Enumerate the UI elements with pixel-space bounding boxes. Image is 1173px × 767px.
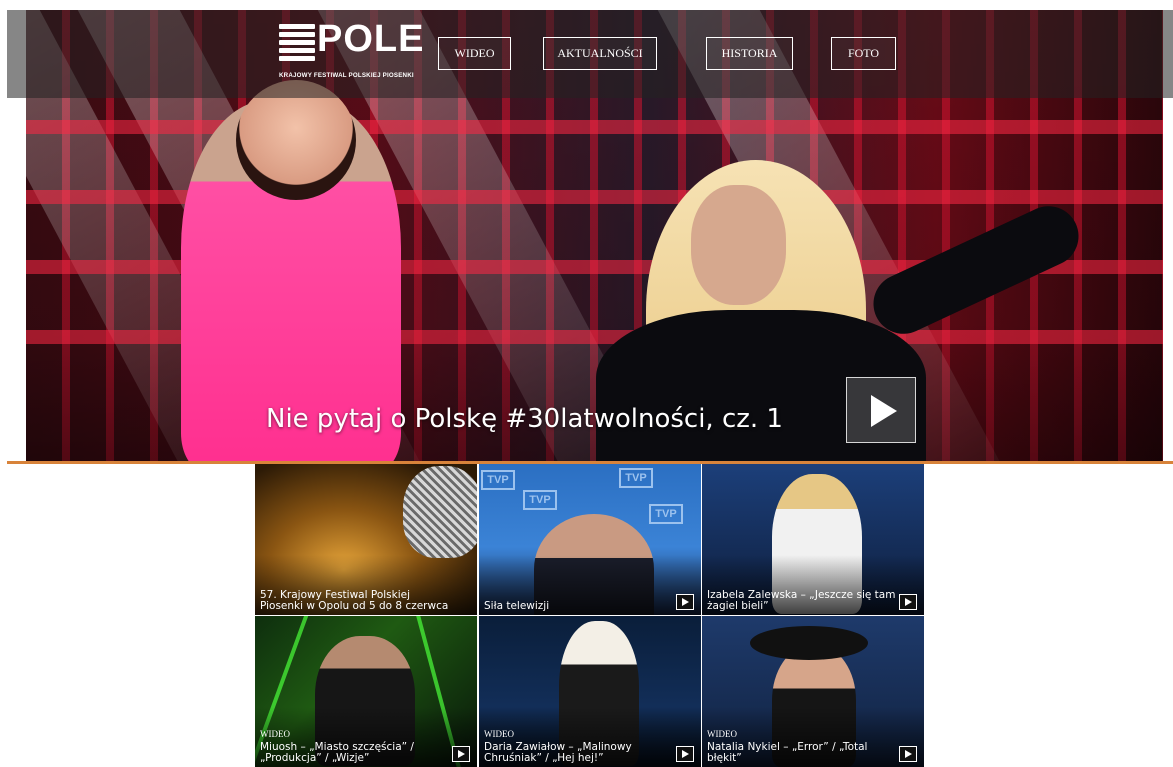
tvp-badge: TVP: [649, 504, 683, 524]
tile-caption[interactable]: Daria Zawiałow – „Malinowy Chruśniak” / …: [484, 742, 673, 764]
play-icon[interactable]: [676, 746, 694, 762]
tile-tag: WIDEO: [484, 729, 514, 739]
video-tile[interactable]: Izabela Zalewska – „Jeszcze się tam żagi…: [702, 464, 924, 615]
tile-caption[interactable]: Izabela Zalewska – „Jeszcze się tam żagi…: [707, 590, 896, 612]
play-icon[interactable]: [676, 594, 694, 610]
play-icon: [871, 395, 897, 427]
play-icon[interactable]: [899, 594, 917, 610]
tvp-badge: TVP: [523, 490, 557, 510]
tile-caption[interactable]: Siła telewizji: [484, 601, 673, 612]
stage-stripe: [26, 120, 1163, 134]
microphone-image: [403, 466, 477, 558]
video-tile[interactable]: WIDEO Miuosh – „Miasto szczęścia” / „Pro…: [255, 616, 477, 767]
tvp-badge: TVP: [481, 470, 515, 490]
nav-aktualnosci[interactable]: AKTUALNOŚCI: [543, 37, 657, 70]
hat-image: [750, 626, 868, 660]
logo-mark-icon: [279, 24, 315, 64]
tile-caption[interactable]: Natalia Nykiel – „Error” / „Total błękit…: [707, 742, 896, 764]
play-icon[interactable]: [452, 746, 470, 762]
hero-title[interactable]: Nie pytaj o Polskę #30latwolności, cz. 1: [266, 404, 783, 434]
tile-tag: WIDEO: [260, 729, 290, 739]
video-tile[interactable]: TVP TVP TVP TVP Siła telewizji: [479, 464, 701, 615]
video-tile[interactable]: WIDEO Daria Zawiałow – „Malinowy Chruśni…: [479, 616, 701, 767]
nav-wideo[interactable]: WIDEO: [438, 37, 511, 70]
opole-logo[interactable]: POLE KRAJOWY FESTIWAL POLSKIEJ PIOSENKI: [279, 18, 423, 80]
logo-word: POLE: [317, 18, 425, 60]
performer-right-face: [691, 185, 786, 305]
logo-subtitle: KRAJOWY FESTIWAL POLSKIEJ PIOSENKI: [279, 72, 414, 79]
performer-left-head: [236, 80, 356, 200]
tile-tag: WIDEO: [707, 729, 737, 739]
play-icon[interactable]: [899, 746, 917, 762]
news-tile[interactable]: 57. Krajowy Festiwal Polskiej Piosenki w…: [255, 464, 477, 615]
nav-historia[interactable]: HISTORIA: [706, 37, 793, 70]
tvp-badge: TVP: [619, 468, 653, 488]
video-tile[interactable]: WIDEO Natalia Nykiel – „Error” / „Total …: [702, 616, 924, 767]
nav-foto[interactable]: FOTO: [831, 37, 896, 70]
hero-play-button[interactable]: [846, 377, 916, 443]
tile-caption[interactable]: Miuosh – „Miasto szczęścia” / „Produkcja…: [260, 742, 449, 764]
tile-caption[interactable]: 57. Krajowy Festiwal Polskiej Piosenki w…: [260, 590, 449, 612]
